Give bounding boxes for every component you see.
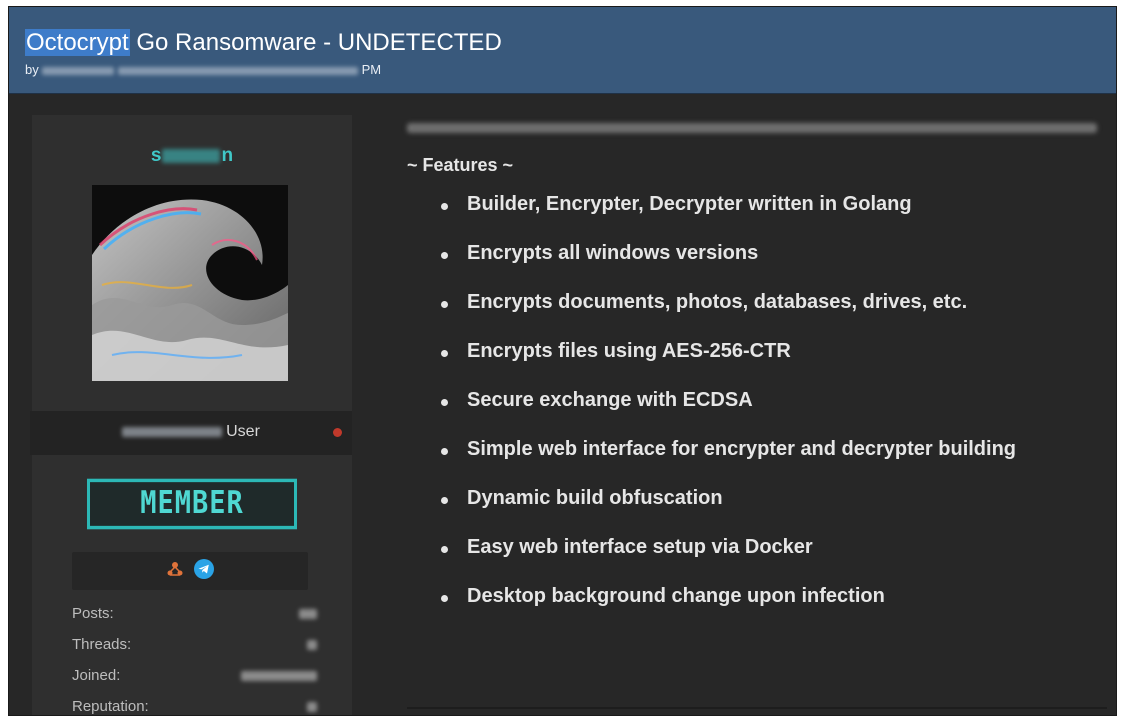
avatar-wave-image [92,185,288,381]
feature-item: Builder, Encrypter, Decrypter written in… [439,193,1016,242]
telegram-icon[interactable] [194,558,214,584]
redacted-stat-value [241,671,317,681]
online-status-dot [333,428,342,437]
user-role: User [30,423,352,441]
thread-title-highlight: Octocrypt [25,29,130,56]
feature-item: Desktop background change upon infection [439,585,1016,634]
redacted-username [162,148,221,163]
redacted-intro-text [407,123,1097,133]
features-heading: ~ Features ~ [407,155,514,175]
post-divider [407,707,1107,709]
feature-item: Dynamic build obfuscation [439,487,1016,536]
thread-header: Octocrypt Go Ransomware - UNDETECTED by … [9,7,1116,94]
redacted-stat-value [307,702,317,712]
feature-item: Encrypts all windows versions [439,242,1016,291]
user-stats: Posts: Threads: Joined: Reputation: [72,605,317,715]
stat-row-reputation: Reputation: [72,698,317,715]
stat-label: Reputation: [72,698,149,715]
feature-item: Encrypts documents, photos, databases, d… [439,291,1016,340]
stat-row-joined: Joined: [72,667,317,698]
stat-label: Joined: [72,667,121,684]
stat-label: Posts: [72,605,114,622]
contact-bar [72,552,308,590]
feature-item: Encrypts files using AES-256-CTR [439,340,1016,389]
user-panel: sn User MEMBER Posts: Threads: Joined: R… [30,115,352,715]
feature-item: Simple web interface for encrypter and d… [439,438,1016,487]
feature-item: Easy web interface setup via Docker [439,536,1016,585]
thread-meta-suffix: PM [361,62,382,77]
thread-title-text: Go Ransomware - UNDETECTED [129,29,502,56]
thread-meta-prefix: by [25,62,39,77]
avatar[interactable] [92,185,288,381]
user-network-icon[interactable] [166,560,184,583]
stat-row-threads: Threads: [72,636,317,667]
redacted-stat-value [307,640,317,650]
redacted-stat-value [299,609,317,619]
username-start: s [150,145,162,166]
redacted-date [117,66,358,75]
member-rank-badge: MEMBER [87,478,297,530]
forum-thread-frame: Octocrypt Go Ransomware - UNDETECTED by … [8,6,1117,716]
username-end: n [221,145,234,166]
post-body: ~ Features ~ Builder, Encrypter, Decrypt… [407,115,1107,705]
feature-list: Builder, Encrypter, Decrypter written in… [439,193,1016,634]
redacted-author [42,66,115,75]
stat-label: Threads: [72,636,132,653]
redacted-role-prefix [122,426,223,437]
thread-meta: by PM [25,62,381,77]
username[interactable]: sn [32,145,352,167]
stat-row-posts: Posts: [72,605,317,636]
user-role-bar: User [30,411,352,455]
thread-title: Octocrypt Go Ransomware - UNDETECTED [25,29,502,57]
user-role-label: User [226,423,260,440]
feature-item: Secure exchange with ECDSA [439,389,1016,438]
